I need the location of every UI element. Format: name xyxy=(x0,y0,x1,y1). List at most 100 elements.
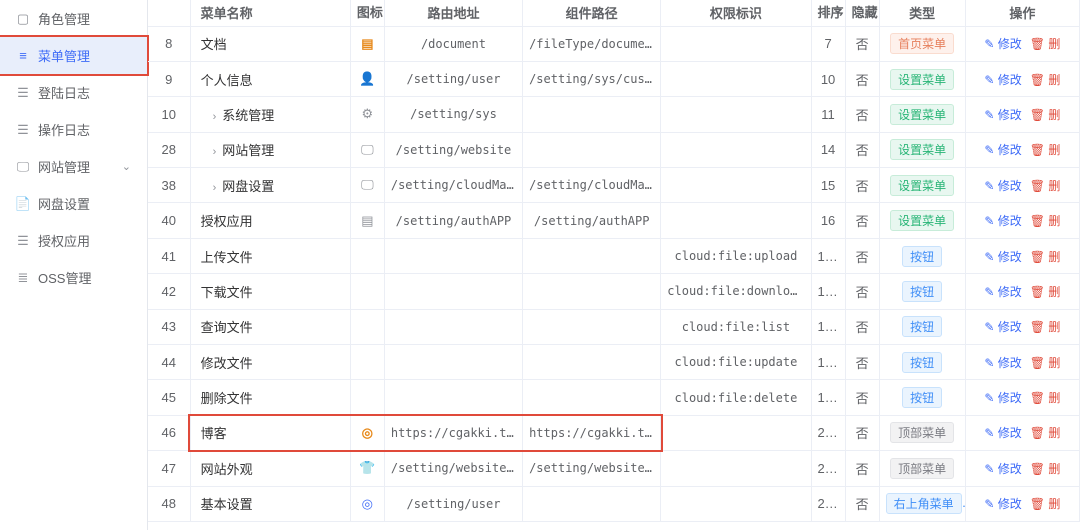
delete-button[interactable]: 🗑 删 xyxy=(1030,143,1061,157)
menu-name-text: 网盘设置 xyxy=(222,179,274,194)
edit-button[interactable]: ✎ 修改 xyxy=(984,497,1021,511)
sidebar-item-3[interactable]: ☰操作日志 xyxy=(0,111,147,148)
cell-type: 设置菜单 xyxy=(879,132,965,167)
cell-type: 顶部菜单 xyxy=(879,451,965,486)
edit-button[interactable]: ✎ 修改 xyxy=(984,320,1021,334)
cell-hidden: 否 xyxy=(845,61,879,96)
sidebar-item-5[interactable]: 📄网盘设置 xyxy=(0,185,147,222)
cell-name[interactable]: › 网站管理 xyxy=(190,132,350,167)
edit-button[interactable]: ✎ 修改 xyxy=(984,426,1021,440)
sidebar-item-1[interactable]: ≡菜单管理 xyxy=(0,37,147,74)
edit-button[interactable]: ✎ 修改 xyxy=(984,391,1021,405)
edit-button[interactable]: ✎ 修改 xyxy=(984,214,1021,228)
menu-name-text: 网站管理 xyxy=(222,143,274,158)
cell-sort: 202 xyxy=(811,486,845,521)
edit-button[interactable]: ✎ 修改 xyxy=(984,108,1021,122)
delete-button[interactable]: 🗑 删 xyxy=(1030,179,1061,193)
cell-index: 46 xyxy=(148,415,190,450)
cell-auth xyxy=(661,451,811,486)
cell-cpath: /setting/cloudManag… xyxy=(523,168,661,203)
row-icon: 🖵 xyxy=(361,177,374,192)
menu-name-text: 查询文件 xyxy=(201,320,253,335)
table-row: 41上传文件cloud:file:upload100否按钮✎ 修改🗑 删 xyxy=(148,238,1080,273)
sidebar-item-2[interactable]: ☰登陆日志 xyxy=(0,74,147,111)
edit-button[interactable]: ✎ 修改 xyxy=(984,462,1021,476)
delete-button[interactable]: 🗑 删 xyxy=(1030,73,1061,87)
sidebar-item-0[interactable]: ▢角色管理 xyxy=(0,0,147,37)
sidebar-item-4[interactable]: 🖵网站管理⌄ xyxy=(0,148,147,185)
cell-route: /setting/authAPP xyxy=(384,203,522,238)
cell-name[interactable]: 修改文件 xyxy=(190,345,350,380)
delete-button[interactable]: 🗑 删 xyxy=(1030,356,1061,370)
row-icon: ▤ xyxy=(361,36,373,51)
delete-button[interactable]: 🗑 删 xyxy=(1030,37,1061,51)
cell-name[interactable]: 下载文件 xyxy=(190,274,350,309)
delete-button[interactable]: 🗑 删 xyxy=(1030,462,1061,476)
cell-name[interactable]: 个人信息 xyxy=(190,61,350,96)
cell-cpath: /setting/website/ma… xyxy=(523,451,661,486)
cell-name[interactable]: 博客 xyxy=(190,415,350,450)
cell-name[interactable]: 查询文件 xyxy=(190,309,350,344)
cell-sort: 14 xyxy=(811,132,845,167)
edit-button[interactable]: ✎ 修改 xyxy=(984,37,1021,51)
type-tag: 右上角菜单 xyxy=(886,493,962,514)
edit-button[interactable]: ✎ 修改 xyxy=(984,250,1021,264)
sidebar-item-label: OSS管理 xyxy=(38,268,91,287)
cell-hidden: 否 xyxy=(845,415,879,450)
cell-name[interactable]: 基本设置 xyxy=(190,486,350,521)
menu-name-text: 删除文件 xyxy=(201,391,253,406)
edit-button[interactable]: ✎ 修改 xyxy=(984,143,1021,157)
delete-button[interactable]: 🗑 删 xyxy=(1030,497,1061,511)
edit-button[interactable]: ✎ 修改 xyxy=(984,73,1021,87)
edit-button[interactable]: ✎ 修改 xyxy=(984,285,1021,299)
cell-icon: ▤ xyxy=(350,26,384,61)
cell-name[interactable]: ›系统管理 xyxy=(190,97,350,132)
cell-ops: ✎ 修改 🗑 删 xyxy=(965,26,1079,61)
type-tag: 按钮 xyxy=(902,281,942,302)
cell-ops: ✎ 修改 🗑 删 xyxy=(965,486,1079,521)
table-row: 46博客◎https://cgakki.top/https://cgakki.t… xyxy=(148,415,1080,450)
expand-icon[interactable]: › xyxy=(213,111,217,123)
delete-button[interactable]: 🗑 删 xyxy=(1030,285,1061,299)
cell-ops: ✎ 修改 🗑 删 xyxy=(965,132,1079,167)
table-row: 10›系统管理⚙/setting/sys11否设置菜单✎ 修改🗑 删 xyxy=(148,97,1080,132)
delete-button[interactable]: 🗑 删 xyxy=(1030,426,1061,440)
row-icon: ⚙ xyxy=(362,106,374,121)
cell-name[interactable]: 网站外观 xyxy=(190,451,350,486)
cell-type: 按钮 xyxy=(879,274,965,309)
cell-auth xyxy=(661,203,811,238)
expand-icon[interactable]: › xyxy=(213,182,217,194)
cell-name[interactable]: 文档 xyxy=(190,26,350,61)
delete-button[interactable]: 🗑 删 xyxy=(1030,250,1061,264)
expand-icon[interactable]: › xyxy=(213,146,217,158)
delete-button[interactable]: 🗑 删 xyxy=(1030,108,1061,122)
cell-type: 设置菜单 xyxy=(879,61,965,96)
table-row: 9个人信息👤/setting/user/setting/sys/cusome…1… xyxy=(148,61,1080,96)
sidebar-item-6[interactable]: ☰授权应用 xyxy=(0,222,147,259)
type-tag: 设置菜单 xyxy=(890,139,954,160)
delete-button[interactable]: 🗑 删 xyxy=(1030,391,1061,405)
sidebar-icon: ≣ xyxy=(16,270,30,286)
sidebar-item-7[interactable]: ≣ OSS管理 xyxy=(0,259,147,296)
col-hidden: 隐藏 xyxy=(845,0,879,26)
col-index xyxy=(148,0,190,26)
cell-name[interactable]: › 网盘设置 xyxy=(190,168,350,203)
sidebar-item-label: 角色管理 xyxy=(38,9,90,28)
cell-name[interactable]: 删除文件 xyxy=(190,380,350,415)
table-row: 38›网盘设置🖵/setting/cloudManag…/setting/clo… xyxy=(148,168,1080,203)
delete-button[interactable]: 🗑 删 xyxy=(1030,320,1061,334)
type-tag: 顶部菜单 xyxy=(890,458,954,479)
cell-hidden: 否 xyxy=(845,309,879,344)
sidebar-item-label: 授权应用 xyxy=(38,231,90,250)
col-route: 路由地址 xyxy=(384,0,522,26)
col-ops: 操作 xyxy=(965,0,1079,26)
cell-name[interactable]: 授权应用 xyxy=(190,203,350,238)
delete-button[interactable]: 🗑 删 xyxy=(1030,214,1061,228)
cell-name[interactable]: 上传文件 xyxy=(190,238,350,273)
cell-sort: 100 xyxy=(811,238,845,273)
edit-button[interactable]: ✎ 修改 xyxy=(984,179,1021,193)
cell-cpath xyxy=(523,486,661,521)
cell-hidden: 否 xyxy=(845,26,879,61)
cell-icon xyxy=(350,238,384,273)
edit-button[interactable]: ✎ 修改 xyxy=(984,356,1021,370)
